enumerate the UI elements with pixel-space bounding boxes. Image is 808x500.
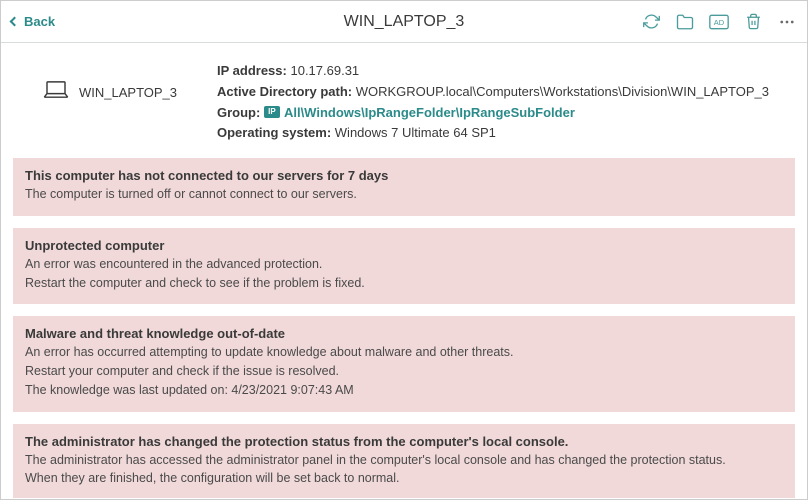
group-label: Group: [217, 105, 260, 120]
toolbar: AD [641, 12, 797, 32]
ip-value: 10.17.69.31 [290, 63, 359, 78]
ad-label: Active Directory path: [217, 84, 352, 99]
alert-title: This computer has not connected to our s… [25, 168, 783, 183]
chevron-left-icon [10, 17, 20, 27]
alert-card: Unprotected computer An error was encoun… [13, 228, 795, 305]
os-value: Windows 7 Ultimate 64 SP1 [335, 125, 496, 140]
alert-body: An error has occurred attempting to upda… [25, 343, 783, 399]
group-link[interactable]: All\Windows\IpRangeFolder\IpRangeSubFold… [284, 105, 575, 120]
alerts-list: This computer has not connected to our s… [1, 158, 807, 498]
group-row: Group: IP All\Windows\IpRangeFolder\IpRan… [217, 103, 791, 124]
trash-icon[interactable] [743, 12, 763, 32]
device-details: WIN_LAPTOP_3 IP address: 10.17.69.31 Act… [1, 43, 807, 158]
ip-badge-icon: IP [264, 106, 280, 118]
ad-icon[interactable]: AD [709, 12, 729, 32]
laptop-icon [43, 81, 69, 104]
alert-card: This computer has not connected to our s… [13, 158, 795, 216]
back-button[interactable]: Back [11, 14, 55, 29]
device-identity: WIN_LAPTOP_3 [17, 61, 217, 104]
alert-title: Malware and threat knowledge out-of-date [25, 326, 783, 341]
svg-text:AD: AD [714, 17, 725, 26]
ad-value: WORKGROUP.local\Computers\Workstations\D… [356, 84, 769, 99]
ip-row: IP address: 10.17.69.31 [217, 61, 791, 82]
os-label: Operating system: [217, 125, 331, 140]
ip-label: IP address: [217, 63, 287, 78]
ad-row: Active Directory path: WORKGROUP.local\C… [217, 82, 791, 103]
os-row: Operating system: Windows 7 Ultimate 64 … [217, 123, 791, 144]
device-name: WIN_LAPTOP_3 [79, 85, 177, 100]
alert-card: The administrator has changed the protec… [13, 424, 795, 499]
folder-icon[interactable] [675, 12, 695, 32]
alert-body: An error was encountered in the advanced… [25, 255, 783, 293]
header-bar: Back WIN_LAPTOP_3 AD [1, 1, 807, 43]
more-icon[interactable] [777, 12, 797, 32]
alert-body: The computer is turned off or cannot con… [25, 185, 783, 204]
alert-title: The administrator has changed the protec… [25, 434, 783, 449]
alert-body: The administrator has accessed the admin… [25, 451, 783, 489]
refresh-icon[interactable] [641, 12, 661, 32]
page-title: WIN_LAPTOP_3 [344, 13, 465, 31]
alert-title: Unprotected computer [25, 238, 783, 253]
device-info: IP address: 10.17.69.31 Active Directory… [217, 61, 791, 144]
alert-card: Malware and threat knowledge out-of-date… [13, 316, 795, 411]
back-label: Back [24, 14, 55, 29]
